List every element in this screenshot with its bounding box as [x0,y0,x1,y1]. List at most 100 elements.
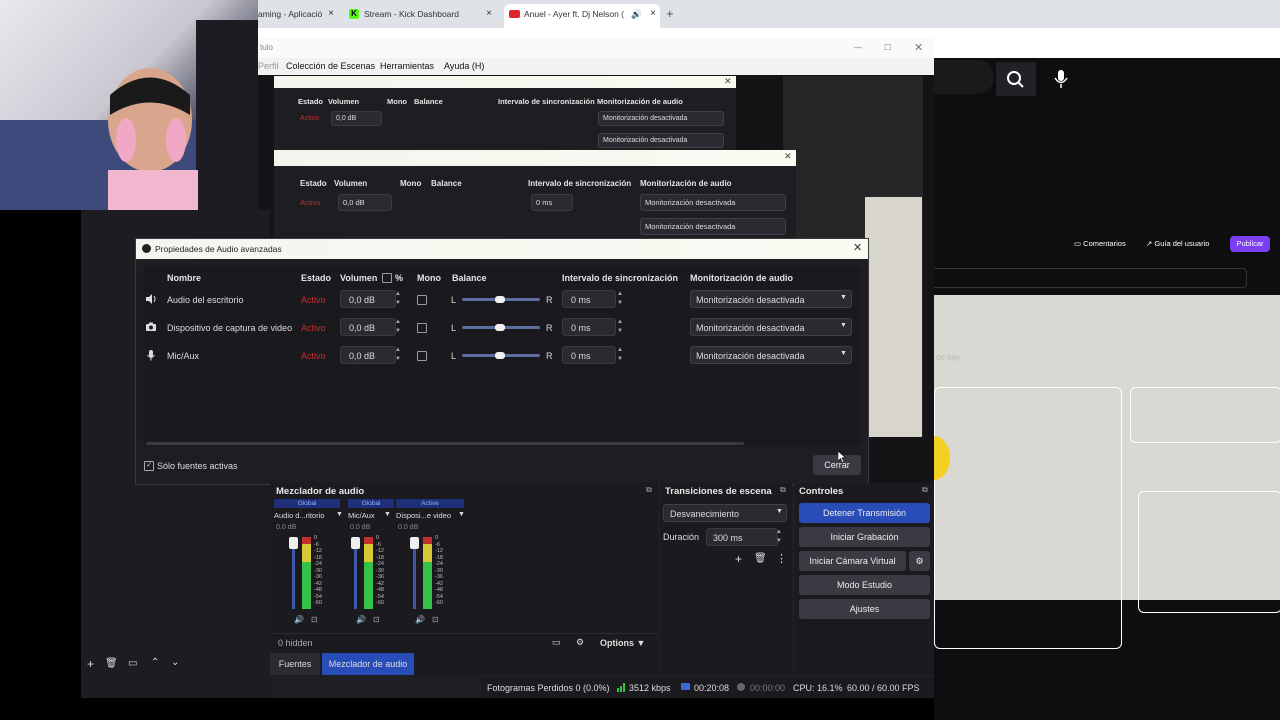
speaker-icon[interactable]: 🔊 [356,615,366,624]
browser-tab-active[interactable]: Anuel - Ayer ft. Dj Nelson ( 🔊 × [504,4,660,28]
fader-knob[interactable] [289,537,298,549]
add-icon[interactable]: + [87,657,94,671]
mono-checkbox[interactable] [417,323,427,333]
header-percent: % [395,273,404,283]
virtual-camera-settings-icon[interactable]: ⚙ [909,551,930,571]
chevron-down-icon[interactable]: ▼ [336,511,343,518]
menu-item-tools[interactable]: Herramientas [380,58,434,75]
monitoring-select[interactable]: Monitorización desactivada [690,290,852,308]
close-icon[interactable]: ✕ [853,241,862,254]
duration-input[interactable]: 300 ms [706,528,778,546]
percent-checkbox[interactable] [382,273,392,283]
close-icon[interactable]: ✕ [914,38,923,58]
trash-icon[interactable]: 🗑 [754,553,767,564]
header-monitoring: Monitorización de audio [690,273,793,283]
sync-stepper[interactable]: ▲ ▼ [614,318,626,336]
browser-tab[interactable]: K Stream - Kick Dashboard × [344,4,496,24]
properties-icon[interactable]: ▭ [128,658,137,669]
tab-sources[interactable]: Fuentes [270,653,320,675]
headphones-icon[interactable]: ⊡ [432,615,439,624]
menu-item-help[interactable]: Ayuda (H) [444,58,484,75]
search-icon[interactable] [996,62,1036,96]
sync-input[interactable]: 0 ms [562,346,616,364]
balance-knob[interactable] [495,296,505,303]
undock-icon[interactable]: ⧉ [646,485,652,495]
new-tab-button[interactable]: + [666,4,682,24]
horizontal-scrollbar[interactable] [146,442,744,445]
sync-stepper[interactable]: ▲ ▼ [614,346,626,364]
menu-item-scene-collection[interactable]: Colección de Escenas [286,58,375,75]
source-name: Mic/Aux [167,351,200,361]
volume-input[interactable]: 0,0 dB [340,318,396,336]
close-icon[interactable]: × [650,4,656,24]
status-label: Activo [301,295,326,305]
sync-input[interactable]: 0 ms [562,290,616,308]
trash-icon[interactable]: 🗑 [105,658,118,669]
stop-streaming-button[interactable]: Detener Transmisión [799,503,930,523]
menu-item-profile[interactable]: Perfil [258,58,279,75]
close-icon[interactable]: × [328,4,334,24]
duration-label: Duración [663,532,700,542]
mono-checkbox[interactable] [417,295,427,305]
webcam-scene [0,20,258,210]
maximize-icon[interactable]: ☐ [884,38,891,58]
audio-playing-icon[interactable]: 🔊 [631,4,642,24]
volume-input[interactable]: 0,0 dB [340,290,396,308]
close-icon[interactable]: ✕ [724,76,732,87]
move-up-icon[interactable]: ⌃ [151,657,159,668]
sync-stepper[interactable]: ▲ ▼ [614,290,626,308]
channel-name[interactable]: Audio d...ritorio [274,511,324,520]
stream-time: 00:20:08 [694,683,730,693]
channel-name[interactable]: Disposi...e video [396,511,451,520]
close-icon[interactable]: × [486,4,492,24]
add-icon[interactable]: + [735,552,742,566]
user-guide-button[interactable]: ↗ Guía del usuario [1146,239,1209,248]
volume-stepper[interactable]: ▲ ▼ [392,346,404,364]
only-active-checkbox[interactable]: ✓ [144,461,154,471]
headphones-icon[interactable]: ⊡ [373,615,380,624]
speaker-icon[interactable]: 🔊 [415,615,425,624]
sync-input[interactable]: 0 ms [562,318,616,336]
monitoring-select[interactable]: Monitorización desactivada [690,318,852,336]
options-button[interactable]: Options ▼ [600,638,645,648]
close-icon[interactable]: ✕ [784,151,792,162]
headphones-icon[interactable]: ⊡ [311,615,318,624]
tab-audio-mixer[interactable]: Mezclador de audio [322,653,414,675]
volume-input[interactable]: 0,0 dB [340,346,396,364]
start-virtual-camera-button[interactable]: Iniciar Cámara Virtual [799,551,906,571]
level-meter [423,537,432,609]
channel-name[interactable]: Mic/Aux [348,511,375,520]
comment-icon: ▭ [1074,239,1084,248]
search-bar[interactable] [934,60,994,94]
chevron-down-icon: ▼ [840,322,847,329]
chevron-down-icon[interactable]: ▼ [384,511,391,518]
transition-select[interactable]: Desvanecimiento [663,504,787,522]
comments-button[interactable]: ▭ Comentarios [1074,239,1126,248]
monitoring-select[interactable]: Monitorización desactivada [690,346,852,364]
studio-mode-button[interactable]: Modo Estudio [799,575,930,595]
advanced-settings-icon[interactable]: ⚙ [576,637,584,648]
more-icon[interactable]: ⋮ [776,552,787,565]
page-input[interactable] [934,268,1247,288]
chevron-down-icon[interactable]: ▼ [458,511,465,518]
move-down-icon[interactable]: ⌄ [171,657,179,668]
duration-stepper[interactable]: ▲ ▼ [776,528,782,546]
minimize-icon[interactable]: — [854,38,862,58]
balance-knob[interactable] [495,352,505,359]
volume-stepper[interactable]: ▲ ▼ [392,290,404,308]
close-button[interactable]: Cerrar [813,455,861,475]
publish-button[interactable]: Publicar [1230,236,1270,252]
microphone-icon[interactable] [1046,62,1076,96]
undock-icon[interactable]: ⧉ [922,485,928,495]
volume-stepper[interactable]: ▲ ▼ [392,318,404,336]
undock-icon[interactable]: ⧉ [780,485,786,495]
mono-checkbox[interactable] [417,351,427,361]
browser-tab[interactable]: aming - Aplicació × [258,4,338,24]
start-recording-button[interactable]: Iniciar Grabación [799,527,930,547]
fader-knob[interactable] [410,537,419,549]
settings-button[interactable]: Ajustes [799,599,930,619]
balance-knob[interactable] [495,324,505,331]
fader-knob[interactable] [351,537,360,549]
layout-icon[interactable]: ▭ [552,637,561,648]
speaker-icon[interactable]: 🔊 [294,615,304,624]
